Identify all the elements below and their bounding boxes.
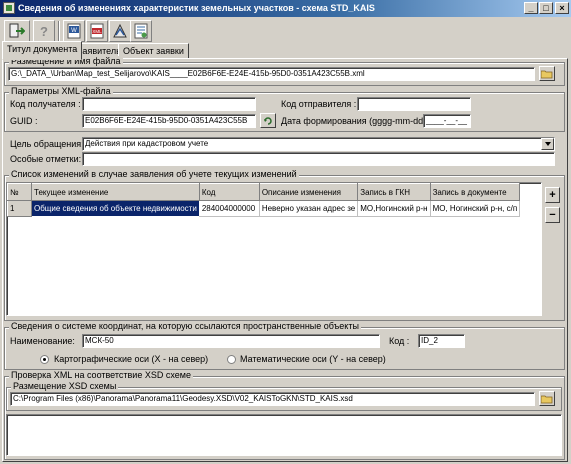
settings-button[interactable]	[130, 20, 152, 42]
table-row[interactable]: 1 Общие сведения об объекте недвижимости…	[7, 200, 521, 217]
help-button[interactable]: ?	[33, 20, 55, 42]
window-title: Сведения об изменениях характеристик зем…	[18, 3, 375, 13]
coords-group-title: Сведения о системе координат, на которую…	[9, 321, 361, 331]
coords-code-field[interactable]: ID_2	[418, 334, 465, 348]
xml-export-icon: XML	[90, 23, 104, 39]
changes-group-title: Список изменений в случае заявления об у…	[9, 169, 299, 179]
radio-math-axes-label[interactable]: Математические оси (Y - на север)	[240, 354, 386, 364]
settings-icon	[134, 23, 148, 39]
creation-date-label: Дата формирования (gggg-mm-dd):	[281, 116, 429, 126]
remove-change-button[interactable]: −	[545, 207, 560, 223]
radio-carto-axes[interactable]	[40, 355, 49, 364]
purpose-label: Цель обращения:	[10, 139, 84, 149]
description-cell[interactable]: Неверно указан адрес зе	[259, 200, 359, 217]
xsd-group-title: Проверка XML на соответствие XSD схеме	[9, 370, 193, 380]
add-change-button[interactable]: +	[545, 187, 560, 203]
purpose-dropdown-button[interactable]	[541, 138, 554, 150]
exit-icon	[9, 23, 25, 38]
gkn-record-cell[interactable]: МО,Ногинский р-н	[357, 200, 431, 217]
document-record-cell[interactable]: МО, Ногинский р-н, с/п	[430, 200, 521, 217]
coords-code-label: Код :	[389, 336, 410, 346]
browse-file-button[interactable]	[539, 66, 555, 81]
window-titlebar: Сведения об изменениях характеристик зем…	[0, 0, 571, 17]
column-header-document-record[interactable]: Запись в документе	[429, 183, 521, 201]
folder-icon	[541, 395, 553, 403]
changes-table[interactable]: № Текущее изменение Код Описание изменен…	[6, 182, 542, 316]
validation-output-area[interactable]	[6, 414, 562, 456]
guid-field[interactable]: E02B6F6E-E24E-415b-95D0-0351A423C55B	[82, 114, 256, 128]
xml-validate-button[interactable]	[109, 20, 131, 42]
word-export-icon: W	[67, 23, 81, 39]
current-change-cell[interactable]: Общие сведения об объекте недвижимости	[31, 200, 200, 217]
folder-icon	[541, 70, 553, 78]
minimize-button[interactable]: _	[524, 2, 538, 14]
notes-label: Особые отметки:	[10, 154, 82, 164]
close-button[interactable]: ×	[555, 2, 569, 14]
minus-icon: −	[549, 209, 556, 221]
plus-icon: +	[549, 189, 556, 201]
guid-label: GUID :	[10, 116, 38, 126]
chevron-down-icon	[544, 142, 551, 146]
app-icon	[3, 2, 15, 14]
xml-export-button[interactable]: XML	[86, 20, 108, 42]
creation-date-field[interactable]: ____-__-__	[423, 114, 471, 128]
generate-guid-button[interactable]	[260, 113, 276, 128]
row-number-cell[interactable]: 1	[7, 200, 32, 217]
maximize-button[interactable]: □	[539, 2, 553, 14]
help-icon: ?	[40, 23, 48, 39]
tab-request-object[interactable]: Объект заявки	[118, 43, 189, 59]
radio-carto-axes-label[interactable]: Картографические оси (X - на север)	[54, 354, 208, 364]
notes-field[interactable]	[82, 152, 555, 166]
xml-validate-icon	[113, 23, 127, 38]
xsd-path-field[interactable]: C:\Program Files (x86)\Panorama\Panorama…	[10, 392, 535, 406]
sender-code-label: Код отправителя :	[281, 99, 357, 109]
toolbar-separator	[58, 21, 60, 41]
column-header-description[interactable]: Описание изменения	[258, 183, 359, 201]
code-cell[interactable]: 284004000000	[199, 200, 260, 217]
recipient-code-field[interactable]	[82, 97, 256, 111]
xsd-location-title: Размещение XSD схемы	[11, 381, 119, 391]
word-export-button[interactable]: W	[63, 20, 85, 42]
svg-text:XML: XML	[92, 29, 102, 34]
coords-name-field[interactable]: МСК-50	[82, 334, 380, 348]
column-header-number[interactable]: №	[7, 183, 32, 201]
xml-params-title: Параметры XML-файла	[9, 86, 113, 96]
radio-math-axes[interactable]	[227, 355, 236, 364]
recipient-code-label: Код получателя :	[10, 99, 81, 109]
coords-name-label: Наименование:	[10, 336, 75, 346]
column-header-code[interactable]: Код	[198, 183, 260, 201]
column-header-current-change[interactable]: Текущее изменение	[31, 183, 200, 201]
purpose-select[interactable]: Действия при кадастровом учете	[82, 137, 555, 151]
sender-code-field[interactable]	[357, 97, 471, 111]
refresh-icon	[264, 116, 272, 125]
browse-xsd-button[interactable]	[539, 391, 555, 406]
tab-title-document[interactable]: Титул документа	[2, 41, 83, 60]
exit-button[interactable]	[4, 20, 30, 42]
column-header-gkn-record[interactable]: Запись в ГКН	[357, 183, 431, 201]
svg-text:W: W	[71, 28, 77, 34]
file-path-field[interactable]: G:\_DATA_\Urban\Map_test_Selijarovo\KAIS…	[8, 67, 535, 81]
